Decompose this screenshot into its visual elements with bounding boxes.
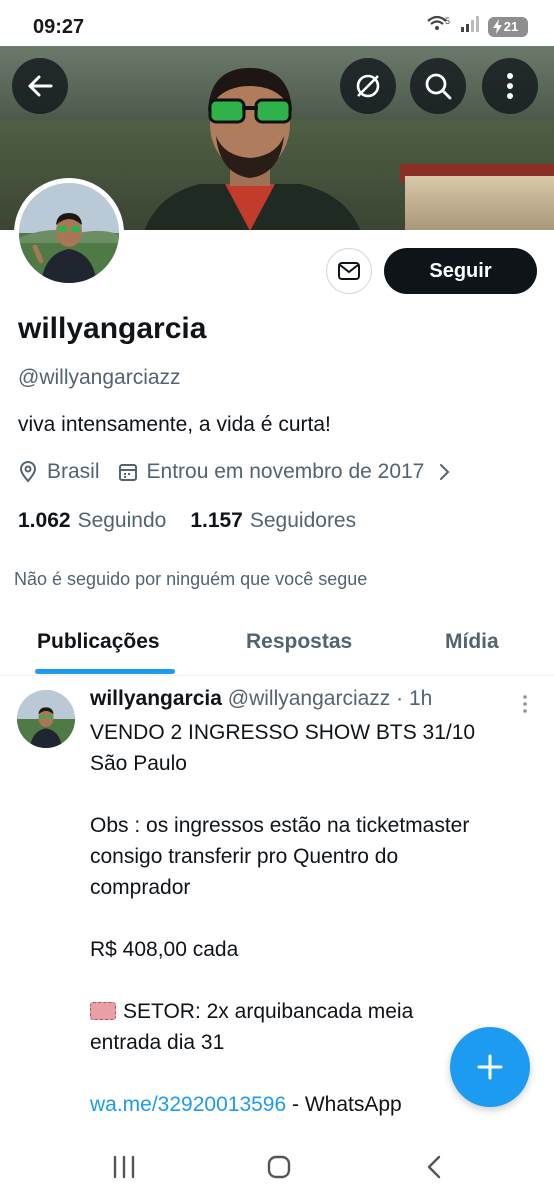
wifi-icon: 5 [426, 14, 452, 39]
grok-icon [356, 74, 380, 98]
profile-avatar[interactable] [14, 178, 124, 288]
calendar-icon [118, 462, 138, 482]
system-navigation-bar [0, 1130, 554, 1200]
post-header: willyangarcia @willyangarciazz · 1h [90, 687, 432, 711]
avatar-photo [17, 690, 75, 748]
post-separator: · [396, 687, 404, 710]
not-followed-notice: Não é seguido por ninguém que você segue [14, 569, 368, 589]
followers-link[interactable]: 1.157 Seguidores [190, 509, 356, 533]
post-line: São Paulo [90, 752, 187, 775]
battery-indicator: 21 [488, 16, 528, 37]
status-time: 09:27 [33, 16, 85, 38]
post-author-handle[interactable]: @willyangarciazz [228, 687, 391, 710]
post-line: comprador [90, 876, 191, 899]
search-button[interactable] [410, 58, 466, 114]
home-icon [267, 1155, 291, 1179]
avatar-photo [19, 183, 119, 283]
recent-apps-button[interactable] [104, 1150, 144, 1184]
more-vertical-icon [507, 73, 513, 99]
following-label: Seguindo [77, 509, 167, 532]
message-button[interactable] [326, 248, 372, 294]
profile-tabs: Publicações Respostas Mídia [0, 610, 554, 676]
post-spacer [90, 903, 530, 934]
following-link[interactable]: 1.062 Seguindo [18, 509, 166, 533]
battery-level: 21 [503, 19, 519, 34]
recent-apps-icon [113, 1155, 135, 1179]
back-nav-icon [427, 1155, 441, 1179]
grok-button[interactable] [340, 58, 396, 114]
signal-icon [460, 15, 480, 38]
banner-building [405, 176, 554, 230]
follow-button[interactable]: Seguir [384, 248, 537, 294]
location-icon [18, 461, 38, 483]
post-line: SETOR: 2x arquibancada meia [123, 1000, 414, 1023]
whatsapp-link[interactable]: wa.me/32920013596 [90, 1093, 286, 1116]
post-more-button[interactable] [519, 694, 531, 714]
back-button[interactable] [12, 58, 68, 114]
envelope-icon [338, 262, 360, 280]
more-options-button[interactable] [482, 58, 538, 114]
follow-stats: 1.062 Seguindo 1.157 Seguidores [18, 509, 356, 533]
svg-text:5: 5 [445, 16, 450, 26]
profile-handle: @willyangarciazz [18, 366, 181, 389]
post-line: R$ 408,00 cada [90, 938, 239, 961]
post-line: consigo transferir pro Quentro do [90, 845, 399, 868]
status-bar: 09:27 5 21 [0, 0, 554, 46]
followers-count: 1.157 [190, 509, 243, 532]
active-tab-indicator [35, 669, 175, 674]
charging-icon [493, 18, 502, 34]
post-line-ticket: SETOR: 2x arquibancada meia [90, 996, 530, 1027]
followers-label: Seguidores [249, 509, 357, 532]
joined-date: Entrou em novembro de 2017 [146, 460, 425, 483]
home-button[interactable] [259, 1150, 299, 1184]
location-text: Brasil [47, 460, 100, 483]
tab-publicacoes[interactable]: Publicações [37, 630, 160, 654]
ticket-icon [90, 1002, 116, 1020]
post-author-name[interactable]: willyangarcia [90, 687, 222, 710]
post-line: Obs : os ingressos estão na ticketmaster [90, 814, 470, 837]
post-spacer [90, 779, 530, 810]
post-spacer [90, 965, 530, 996]
compose-button[interactable] [450, 1027, 530, 1107]
tab-respostas[interactable]: Respostas [246, 630, 352, 654]
back-nav-button[interactable] [414, 1150, 454, 1184]
profile-bio: viva intensamente, a vida é curta! [18, 413, 331, 436]
plus-icon [477, 1054, 503, 1080]
post-line: VENDO 2 INGRESSO SHOW BTS 31/10 [90, 721, 476, 744]
search-icon [425, 73, 452, 100]
tab-midia[interactable]: Mídia [445, 630, 499, 654]
status-icons: 5 21 [426, 14, 528, 39]
chevron-right-icon[interactable] [438, 463, 450, 481]
banner-person-photo [144, 68, 361, 230]
link-suffix: - WhatsApp [286, 1093, 402, 1116]
profile-meta: Brasil Entrou em novembro de 2017 [18, 460, 450, 484]
more-vertical-icon [523, 695, 527, 713]
post-author-avatar[interactable] [17, 690, 75, 748]
following-count: 1.062 [18, 509, 71, 532]
post-time[interactable]: 1h [409, 687, 432, 710]
back-arrow-icon [28, 75, 53, 97]
display-name: willyangarcia [18, 312, 207, 345]
